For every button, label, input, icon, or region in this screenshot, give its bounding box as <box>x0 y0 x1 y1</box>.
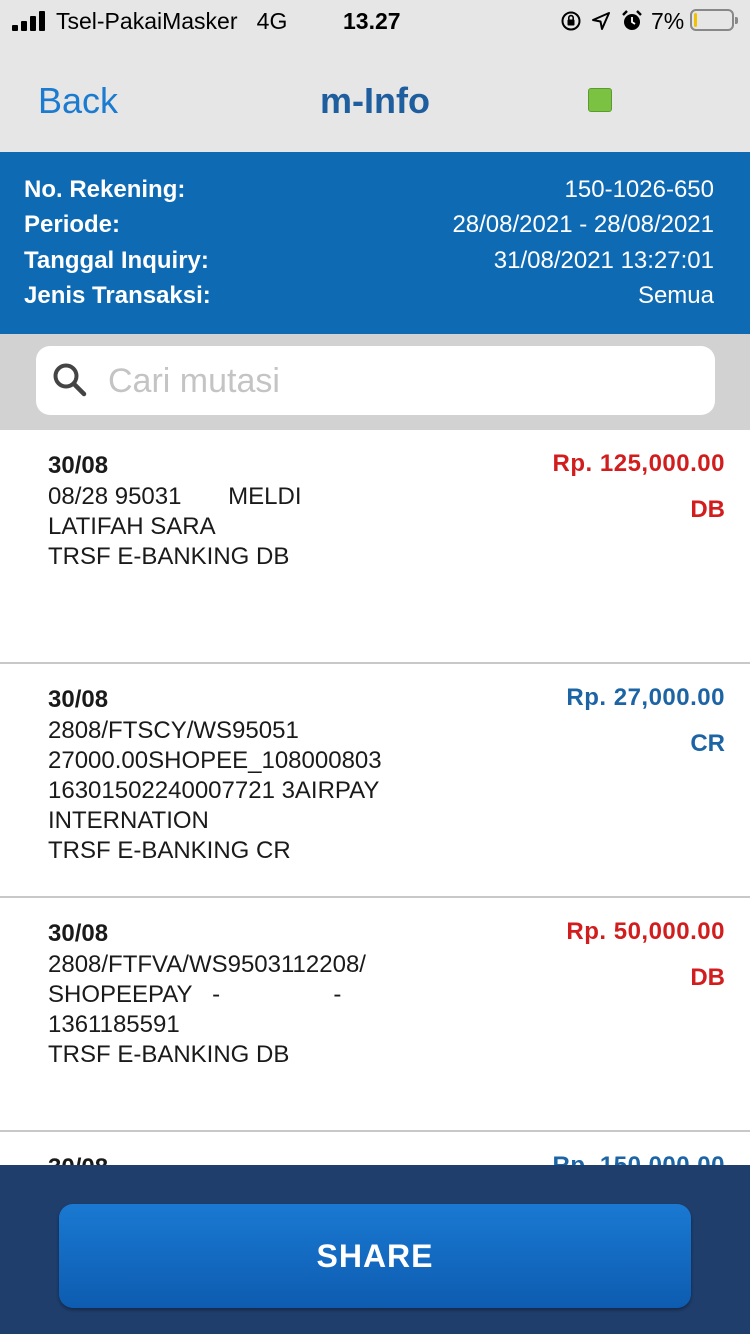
transaction-description: 2808/FTFVA/WS9503112208/ SHOPEEPAY - - 1… <box>48 951 366 1068</box>
transaction-description: 08/28 95031 MELDI LATIFAH SARA TRSF E-BA… <box>48 483 302 570</box>
transaction-item[interactable]: 30/08 2808/FTFVA/WS9503112208/ SHOPEEPAY… <box>0 898 750 1132</box>
alarm-icon <box>622 10 642 30</box>
search-icon <box>53 363 87 397</box>
signal-strength-icon <box>12 11 45 31</box>
info-label: No. Rekening: <box>24 176 186 203</box>
status-bar: Tsel-PakaiMasker 4G 13.27 7% <box>0 0 750 42</box>
info-value: Semua <box>637 282 714 309</box>
transaction-item[interactable]: 30/08 2808/FTSCY/WS95051 27000.00SHOPEE_… <box>0 664 750 898</box>
transaction-amount: Rp. 150,000.00 <box>553 1152 725 1165</box>
share-button[interactable]: SHARE <box>59 1204 691 1308</box>
transaction-list[interactable]: 30/08 08/28 95031 MELDI LATIFAH SARA TRS… <box>0 430 750 1165</box>
network-type: 4G <box>256 8 288 34</box>
battery-level-fill <box>694 13 697 27</box>
status-time: 13.27 <box>343 8 401 34</box>
transaction-item[interactable]: 30/08 Rp. 150,000.00 CR <box>0 1132 750 1165</box>
navigation-bar: Back m-Info <box>0 42 750 152</box>
transaction-amount: Rp. 27,000.00 <box>566 684 725 711</box>
info-value: 31/08/2021 13:27:01 <box>493 247 714 274</box>
info-label: Tanggal Inquiry: <box>24 247 209 274</box>
battery-percentage: 7% <box>651 8 685 34</box>
info-row-account-number: No. Rekening: 150-1026-650 <box>24 176 714 210</box>
transaction-amount: Rp. 50,000.00 <box>566 918 725 945</box>
transaction-type: DB <box>690 964 725 991</box>
orientation-lock-icon <box>561 11 581 31</box>
transaction-type: CR <box>690 730 725 757</box>
search-bar <box>0 334 750 430</box>
search-box[interactable] <box>36 346 715 415</box>
info-value: 150-1026-650 <box>564 176 714 203</box>
page-title: m-Info <box>320 80 430 121</box>
transaction-amount: Rp. 125,000.00 <box>552 450 725 477</box>
info-label: Jenis Transaksi: <box>24 282 211 309</box>
transaction-type: DB <box>690 496 725 523</box>
search-input[interactable] <box>106 356 690 406</box>
status-indicator-icon <box>588 88 612 112</box>
transaction-date: 30/08 <box>48 1154 108 1165</box>
transaction-description: 2808/FTSCY/WS95051 27000.00SHOPEE_108000… <box>48 717 382 864</box>
transaction-item[interactable]: 30/08 08/28 95031 MELDI LATIFAH SARA TRS… <box>0 430 750 664</box>
location-arrow-icon <box>592 12 610 30</box>
bottom-action-bar: SHARE <box>0 1165 750 1334</box>
info-row-inquiry-date: Tanggal Inquiry: 31/08/2021 13:27:01 <box>24 247 714 281</box>
info-row-period: Periode: 28/08/2021 - 28/08/2021 <box>24 211 714 245</box>
transaction-date: 30/08 <box>48 920 109 947</box>
transaction-date: 30/08 <box>48 452 109 479</box>
battery-icon <box>690 9 738 31</box>
status-icons <box>560 9 644 33</box>
info-value: 28/08/2021 - 28/08/2021 <box>452 211 714 238</box>
info-row-transaction-type: Jenis Transaksi: Semua <box>24 282 714 316</box>
account-info-panel: No. Rekening: 150-1026-650 Periode: 28/0… <box>0 152 750 334</box>
carrier-name: Tsel-PakaiMasker 4G <box>56 8 288 34</box>
transaction-date: 30/08 <box>48 686 109 713</box>
info-label: Periode: <box>24 211 121 238</box>
